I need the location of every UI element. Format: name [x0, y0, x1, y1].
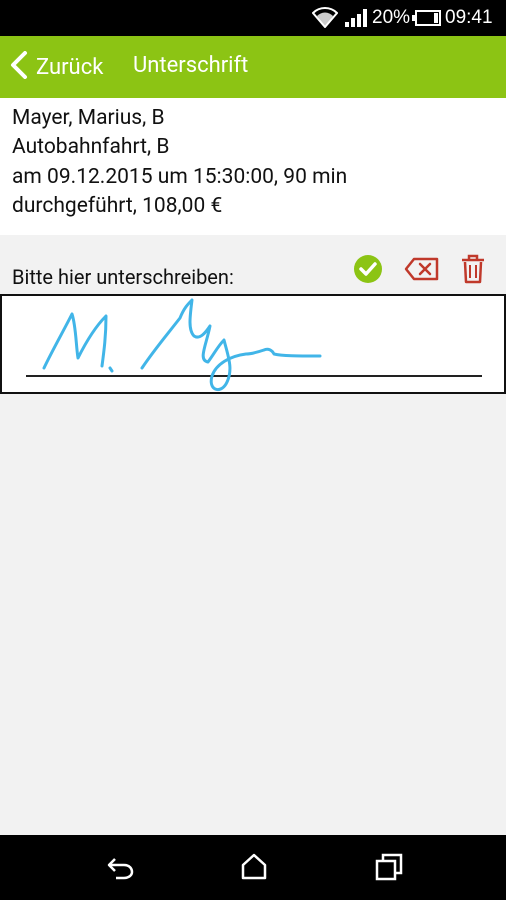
clock: 09:41 — [445, 7, 493, 28]
page-title: Unterschrift — [133, 53, 249, 78]
appointment-details: Mayer, Marius, B Autobahnfahrt, B am 09.… — [0, 98, 506, 235]
lesson-datetime: am 09.12.2015 um 15:30:00, 90 min — [12, 165, 348, 189]
back-chevron-icon — [10, 51, 28, 83]
lesson-result: durchgeführt, 108,00 € — [12, 194, 223, 218]
navigation-bar — [0, 835, 506, 900]
app-bar: Zurück Unterschrift — [0, 36, 506, 98]
nav-back-icon — [106, 858, 134, 885]
battery-icon — [412, 10, 442, 31]
status-bar: 20% 09:41 — [0, 0, 506, 36]
nav-recent-button[interactable] — [375, 853, 403, 885]
signal-icon — [344, 8, 368, 33]
signature-prompt: Bitte hier unterschreiben: — [12, 265, 234, 289]
nav-recent-icon — [375, 853, 403, 885]
nav-back-button[interactable] — [106, 853, 134, 885]
signature-pad[interactable] — [0, 294, 506, 394]
student-name: Mayer, Marius, B — [12, 106, 165, 130]
nav-home-button[interactable] — [241, 853, 267, 885]
trash-icon — [459, 254, 487, 288]
wifi-icon — [311, 6, 339, 33]
nav-home-icon — [241, 853, 267, 885]
clear-signature-button[interactable] — [404, 254, 440, 288]
check-circle-icon — [353, 255, 383, 288]
delete-button[interactable] — [459, 254, 487, 288]
back-button[interactable]: Zurück — [10, 36, 103, 98]
confirm-signature-button[interactable] — [353, 254, 383, 288]
back-label: Zurück — [36, 54, 104, 80]
battery-percent: 20% — [372, 7, 411, 28]
clear-icon — [404, 257, 440, 288]
lesson-type: Autobahnfahrt, B — [12, 135, 170, 159]
